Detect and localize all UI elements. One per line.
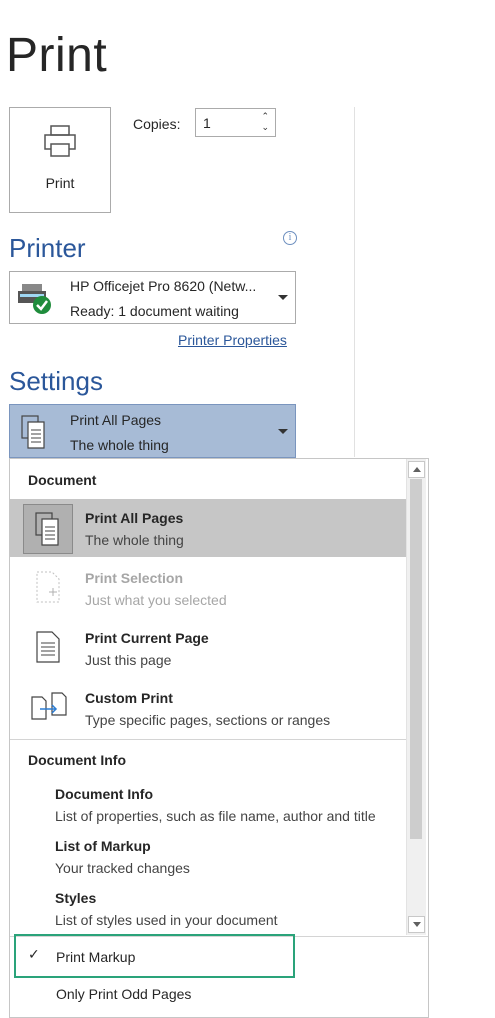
- copies-value[interactable]: 1: [203, 115, 211, 131]
- print-range-select[interactable]: Print All Pages The whole thing: [9, 404, 296, 458]
- menu-item-odd-pages[interactable]: Only Print Odd Pages: [10, 981, 428, 1017]
- menu-item-subtitle: List of properties, such as file name, a…: [55, 808, 376, 824]
- menu-item-title: Styles: [55, 890, 97, 906]
- menu-item-title: Print All Pages: [85, 510, 184, 526]
- menu-item-title: Print Selection: [85, 570, 184, 586]
- scroll-down-button[interactable]: [408, 916, 425, 933]
- chevron-down-icon: [278, 295, 288, 300]
- printer-icon: [44, 125, 76, 157]
- scroll-thumb[interactable]: [410, 479, 422, 839]
- printer-status: Ready: 1 document waiting: [70, 303, 239, 319]
- menu-item-document-info[interactable]: Document Info List of properties, such a…: [10, 779, 406, 829]
- printer-ready-icon: [18, 284, 51, 314]
- print-button[interactable]: Print: [9, 107, 111, 213]
- menu-item-subtitle: Just this page: [85, 652, 172, 668]
- menu-item-print-current-page[interactable]: Print Current Page Just this page: [10, 619, 406, 677]
- copies-stepper[interactable]: 1 ⌃ ⌄: [195, 108, 276, 137]
- menu-item-title: Print Current Page: [85, 630, 209, 646]
- scroll-up-button[interactable]: [408, 461, 425, 478]
- printer-select[interactable]: HP Officejet Pro 8620 (Netw... Ready: 1 …: [9, 271, 296, 324]
- page-title: Print: [6, 29, 108, 82]
- group-label-document-info: Document Info: [28, 752, 126, 768]
- menu-item-subtitle: Type specific pages, sections or ranges: [85, 712, 331, 728]
- arrow-down-icon: [413, 922, 421, 927]
- arrow-up-icon: [413, 467, 421, 472]
- menu-item-list-of-markup[interactable]: List of Markup Your tracked changes: [10, 831, 406, 881]
- menu-item-label: Only Print Odd Pages: [56, 986, 192, 1002]
- copies-label: Copies:: [133, 116, 181, 132]
- printer-properties-link[interactable]: Printer Properties: [178, 332, 287, 348]
- menu-scrollbar[interactable]: [406, 459, 426, 935]
- printer-heading: Printer: [9, 233, 86, 263]
- menu-separator: [10, 739, 406, 740]
- group-label-document: Document: [28, 472, 97, 488]
- menu-item-title: Custom Print: [85, 690, 173, 706]
- chevron-down-icon: [278, 429, 288, 434]
- divider: [354, 107, 355, 457]
- highlight-box: [14, 934, 295, 978]
- menu-item-subtitle: List of styles used in your document: [55, 912, 278, 928]
- increment-icon[interactable]: ⌃: [261, 112, 269, 121]
- menu-item-title: Document Info: [55, 786, 153, 802]
- menu-item-subtitle: The whole thing: [85, 532, 184, 548]
- menu-item-title: List of Markup: [55, 838, 151, 854]
- info-icon[interactable]: i: [283, 231, 297, 245]
- page-icon: [36, 631, 60, 663]
- selected-range-subtitle: The whole thing: [70, 437, 169, 453]
- decrement-icon[interactable]: ⌄: [261, 123, 269, 132]
- printer-name: HP Officejet Pro 8620 (Netw...: [70, 278, 257, 294]
- selected-range-title: Print All Pages: [70, 412, 162, 428]
- menu-item-print-all-pages[interactable]: Print All Pages The whole thing: [10, 499, 406, 557]
- selection-icon: [36, 571, 60, 603]
- all-pages-icon: [23, 504, 73, 554]
- custom-print-icon: [31, 692, 67, 720]
- settings-heading: Settings: [9, 366, 103, 396]
- menu-item-print-selection[interactable]: Print Selection Just what you selected: [10, 559, 406, 617]
- menu-item-subtitle: Your tracked changes: [55, 860, 190, 876]
- all-pages-icon: [21, 415, 45, 449]
- menu-item-custom-print[interactable]: Custom Print Type specific pages, sectio…: [10, 679, 406, 737]
- print-button-label: Print: [45, 175, 75, 191]
- menu-item-styles[interactable]: Styles List of styles used in your docum…: [10, 883, 406, 933]
- menu-item-subtitle: Just what you selected: [85, 592, 227, 608]
